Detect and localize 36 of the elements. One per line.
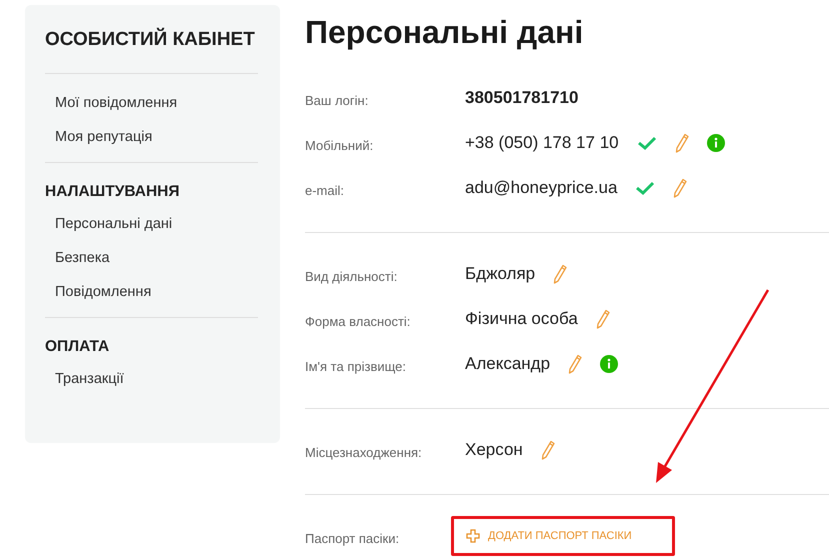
sidebar-title: ОСОБИСТИЙ КАБІНЕТ [45,29,258,74]
field-label: Ваш логін: [305,92,370,108]
section-heading: ОПЛАТА [45,337,110,357]
sidebar-item[interactable]: Безпека [45,241,258,275]
field-label: Паспорт пасіки: [305,530,400,546]
field-label: Форма власності: [305,313,412,329]
sidebar-item[interactable]: Транзакції [45,362,258,396]
info-icon[interactable] [706,134,725,152]
field-label: Ім'я та прізвище: [305,358,408,374]
section-heading: НАЛАШТУВАННЯ [45,182,180,202]
pencil-icon[interactable] [540,440,555,460]
info-icon[interactable] [600,354,618,372]
field-value: Александр [465,354,550,374]
pencil-icon[interactable] [674,132,689,152]
field-label: Мобільний: [305,137,374,153]
field-label: Вид діяльності: [305,268,398,284]
sidebar-item[interactable]: Персональні дані [45,207,258,241]
check-icon [636,134,657,150]
page-title: Персональні дані [305,14,584,51]
pencil-icon[interactable] [568,354,582,374]
sidebar-item[interactable]: Моя репутація [45,120,258,154]
field-label: e-mail: [305,182,346,198]
pencil-icon[interactable] [673,178,688,198]
pencil-icon[interactable] [553,264,568,284]
field-value: 380501781710 [465,88,578,108]
field-value: Бджоляр [465,264,536,284]
check-icon [635,180,656,196]
field-value: Херсон [465,440,523,460]
sidebar-item[interactable]: Повідомлення [45,275,258,309]
pencil-icon[interactable] [596,308,610,328]
field-label: Місцезнаходження: [305,444,423,460]
field-value: Фізична особа [465,308,578,328]
field-value: +38 (050) 178 17 10 [465,132,619,152]
sidebar-item[interactable]: Мої повідомлення [45,86,258,120]
field-value: adu@honeyprice.ua [465,178,618,198]
plus-icon [466,528,480,542]
